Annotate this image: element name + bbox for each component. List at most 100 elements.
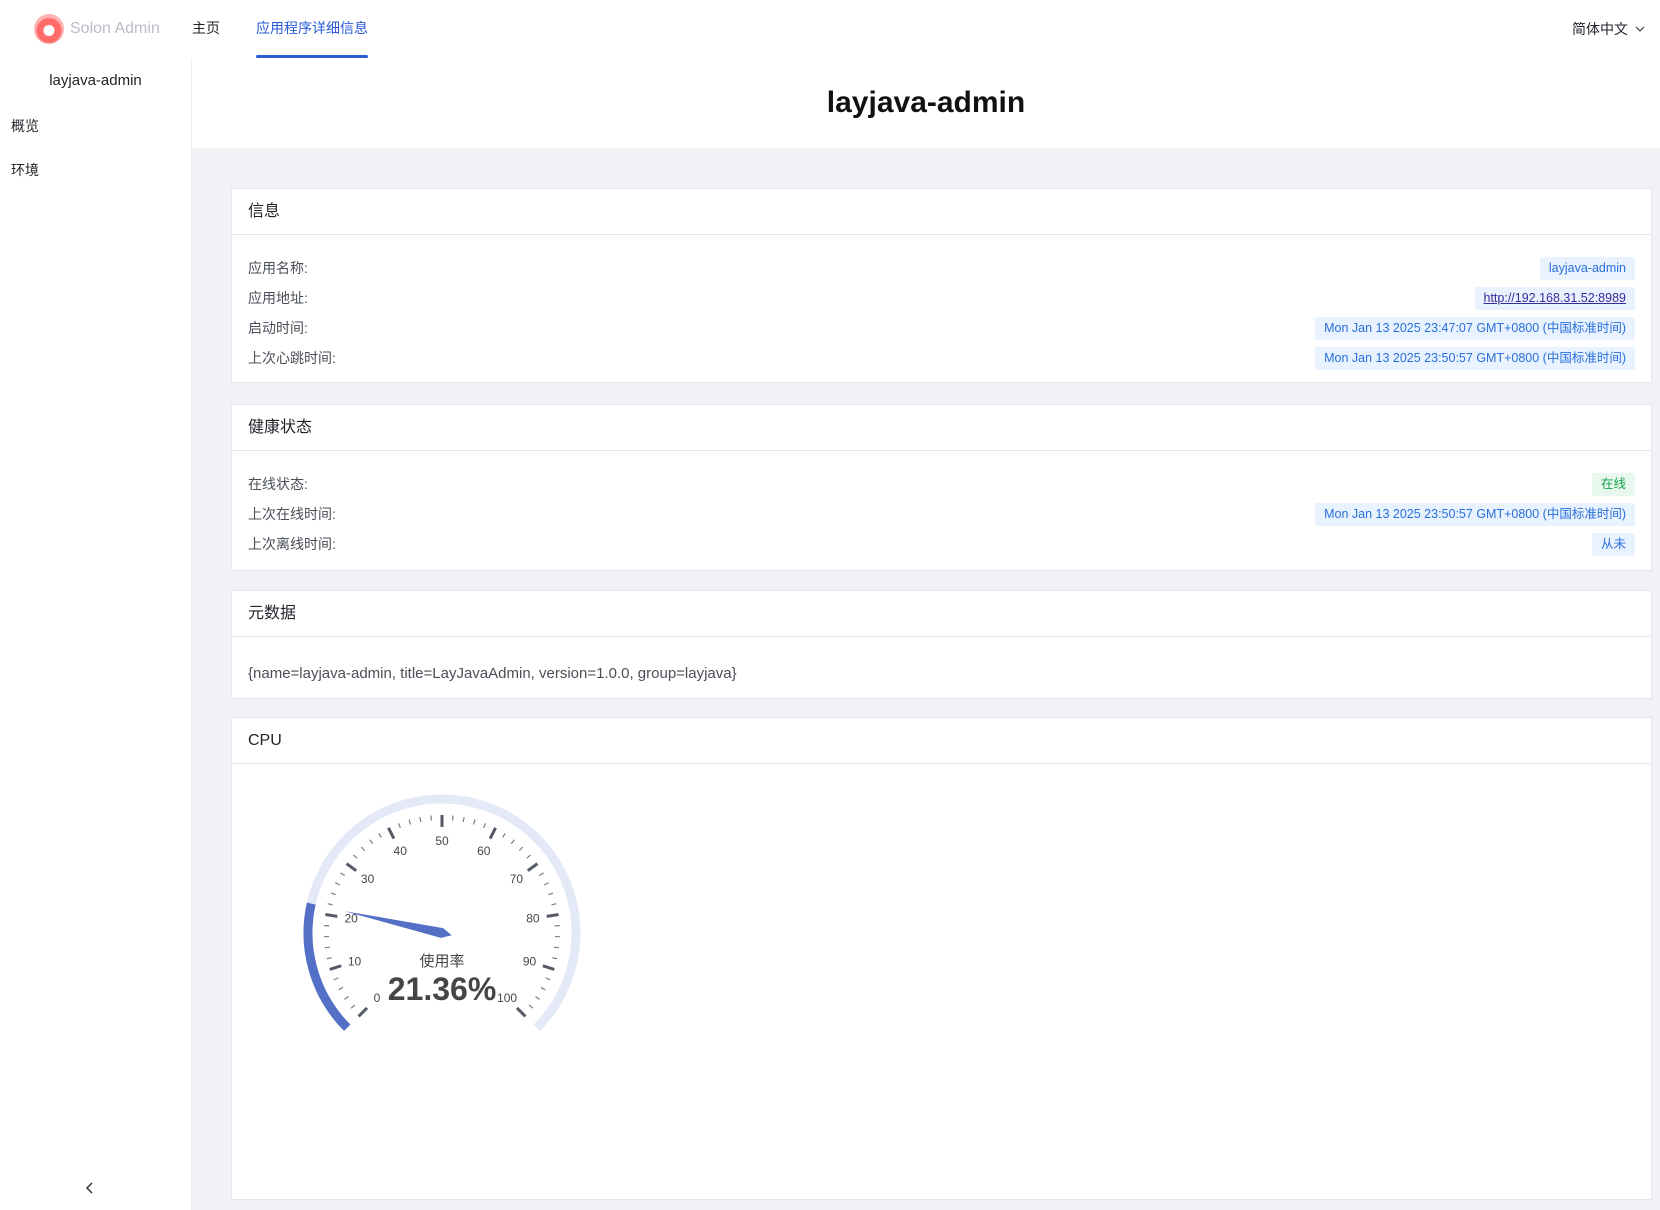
- gauge-minor-tick: [535, 996, 540, 1000]
- gauge-minor-tick: [528, 1004, 534, 1009]
- gauge-major-tick: [357, 1006, 369, 1018]
- health-label: 上次在线时间:: [248, 506, 336, 522]
- gauge-major-tick: [387, 827, 396, 840]
- gauge-tick-label: 30: [361, 872, 375, 886]
- health-row-online-status: 在线状态: 在线: [248, 469, 1635, 499]
- language-label: 简体中文: [1572, 21, 1628, 37]
- health-label: 在线状态:: [248, 476, 308, 492]
- gauge-major-tick: [488, 827, 497, 840]
- gauge-tick-label: 50: [435, 834, 449, 848]
- gauge-minor-tick: [543, 882, 550, 886]
- app-url-link[interactable]: http://192.168.31.52:8989: [1484, 291, 1627, 305]
- gauge-minor-tick: [538, 872, 544, 876]
- gauge-minor-tick: [551, 903, 557, 906]
- gauge-major-tick: [546, 913, 559, 918]
- sidebar-item-environment[interactable]: 环境: [0, 148, 191, 192]
- gauge-major-tick: [526, 862, 539, 872]
- gauge-minor-tick: [472, 819, 476, 825]
- info-row-last-heartbeat: 上次心跳时间: Mon Jan 13 2025 23:50:57 GMT+080…: [248, 343, 1635, 373]
- gauge-pointer: [344, 911, 452, 938]
- brand[interactable]: Solon Admin: [34, 12, 160, 46]
- nav-home[interactable]: 主页: [192, 0, 220, 58]
- brand-name: Solon Admin: [70, 20, 160, 37]
- chevron-down-icon: [1635, 26, 1645, 32]
- gauge-tick-label: 40: [394, 844, 408, 858]
- gauge-tick-label: 60: [477, 844, 491, 858]
- gauge-minor-tick: [554, 946, 560, 949]
- info-row-app-name: 应用名称: layjava-admin: [248, 253, 1635, 283]
- gauge-tick-label: 80: [526, 912, 540, 926]
- gauge-minor-tick: [327, 903, 333, 906]
- gauge-tick-label: 100: [497, 991, 517, 1005]
- gauge-minor-tick: [353, 854, 358, 859]
- gauge-minor-tick: [369, 839, 374, 845]
- health-card-title: 健康状态: [232, 405, 1651, 451]
- gauge-tick-label: 90: [523, 954, 537, 968]
- gauge-minor-tick: [398, 823, 401, 829]
- gauge-minor-tick: [350, 1004, 356, 1009]
- gauge-minor-tick: [518, 846, 524, 852]
- gauge-minor-tick: [324, 946, 330, 949]
- gauge-minor-tick: [338, 986, 344, 991]
- info-value: layjava-admin: [1539, 256, 1635, 280]
- health-card: 健康状态 在线状态: 在线 上次在线时间: Mon Jan 13 2025 23…: [231, 404, 1652, 571]
- info-value: Mon Jan 13 2025 23:50:57 GMT+0800 (中国标准时…: [1315, 346, 1635, 370]
- sidebar-app-name: layjava-admin: [49, 72, 142, 89]
- sidebar-item-overview[interactable]: 概览: [0, 104, 191, 148]
- health-row-last-offline: 上次离线时间: 从未: [248, 529, 1635, 559]
- page-title: layjava-admin: [192, 58, 1660, 148]
- info-label: 应用地址:: [248, 290, 308, 306]
- gauge-major-tick: [345, 862, 358, 872]
- brand-logo-icon: [34, 14, 64, 44]
- gauge-tick-label: 70: [510, 872, 524, 886]
- sidebar: layjava-admin 概览 环境: [0, 58, 192, 1210]
- info-value: Mon Jan 13 2025 23:47:07 GMT+0800 (中国标准时…: [1315, 316, 1635, 340]
- gauge-minor-tick: [502, 833, 506, 838]
- info-label: 应用名称:: [248, 260, 308, 276]
- gauge-major-tick: [515, 1006, 527, 1018]
- health-value: Mon Jan 13 2025 23:50:57 GMT+0800 (中国标准时…: [1315, 502, 1635, 526]
- gauge-minor-tick: [526, 854, 531, 859]
- gauge-minor-tick: [344, 996, 349, 1000]
- language-select[interactable]: 简体中文: [1572, 0, 1646, 58]
- gauge-minor-tick: [340, 872, 346, 876]
- top-navbar: Solon Admin 主页 应用程序详细信息 简体中文: [0, 0, 1660, 58]
- main-content: layjava-admin 信息 应用名称: layjava-admin 应用地…: [192, 58, 1660, 1210]
- metadata-card-title: 元数据: [232, 591, 1651, 637]
- info-card-title: 信息: [232, 189, 1651, 235]
- gauge-major-tick: [329, 964, 342, 971]
- gauge-minor-tick: [378, 833, 382, 838]
- gauge-minor-tick: [333, 977, 339, 981]
- health-label: 上次离线时间:: [248, 536, 336, 552]
- gauge-minor-tick: [462, 816, 465, 823]
- gauge-minor-tick: [408, 819, 412, 825]
- cpu-card-title: CPU: [232, 718, 1651, 764]
- gauge-progress: [303, 902, 351, 1031]
- nav-app-details[interactable]: 应用程序详细信息: [256, 0, 368, 58]
- info-row-start-time: 启动时间: Mon Jan 13 2025 23:47:07 GMT+0800 …: [248, 313, 1635, 343]
- cpu-gauge-svg: 0102030405060708090100使用率21.36%: [303, 794, 581, 1031]
- cpu-gauge: 0 10 20 30 40 50 60 70 80 90 100 使用率 21.36%: [282, 773, 602, 1098]
- gauge-label: 使用率: [419, 953, 464, 970]
- gauge-minor-tick: [326, 957, 332, 960]
- info-label: 启动时间:: [248, 320, 308, 336]
- gauge-major-tick: [325, 913, 338, 918]
- info-row-app-url: 应用地址: http://192.168.31.52:8989: [248, 283, 1635, 313]
- gauge-minor-tick: [419, 816, 422, 823]
- gauge-minor-tick: [483, 823, 486, 829]
- health-row-last-online: 上次在线时间: Mon Jan 13 2025 23:50:57 GMT+080…: [248, 499, 1635, 529]
- status-badge: 在线: [1591, 472, 1635, 496]
- cpu-card: CPU 0 10 20 30 40 50 60 70 80 90 100 使用率 21.36%: [231, 717, 1652, 1200]
- gauge-value-text: 21.36%: [388, 971, 497, 1007]
- gauge-minor-tick: [548, 892, 554, 896]
- gauge-tick-label: 10: [348, 954, 362, 968]
- gauge-tick-label: 0: [374, 991, 381, 1005]
- health-value: 从未: [1591, 532, 1635, 556]
- collapse-sidebar-icon[interactable]: [82, 1180, 98, 1196]
- gauge-minor-tick: [545, 977, 551, 981]
- gauge-major-tick: [542, 964, 555, 971]
- gauge-minor-tick: [360, 846, 366, 852]
- gauge-minor-tick: [334, 882, 341, 886]
- gauge-minor-tick: [510, 839, 515, 845]
- metadata-text: {name=layjava-admin, title=LayJavaAdmin,…: [248, 665, 737, 682]
